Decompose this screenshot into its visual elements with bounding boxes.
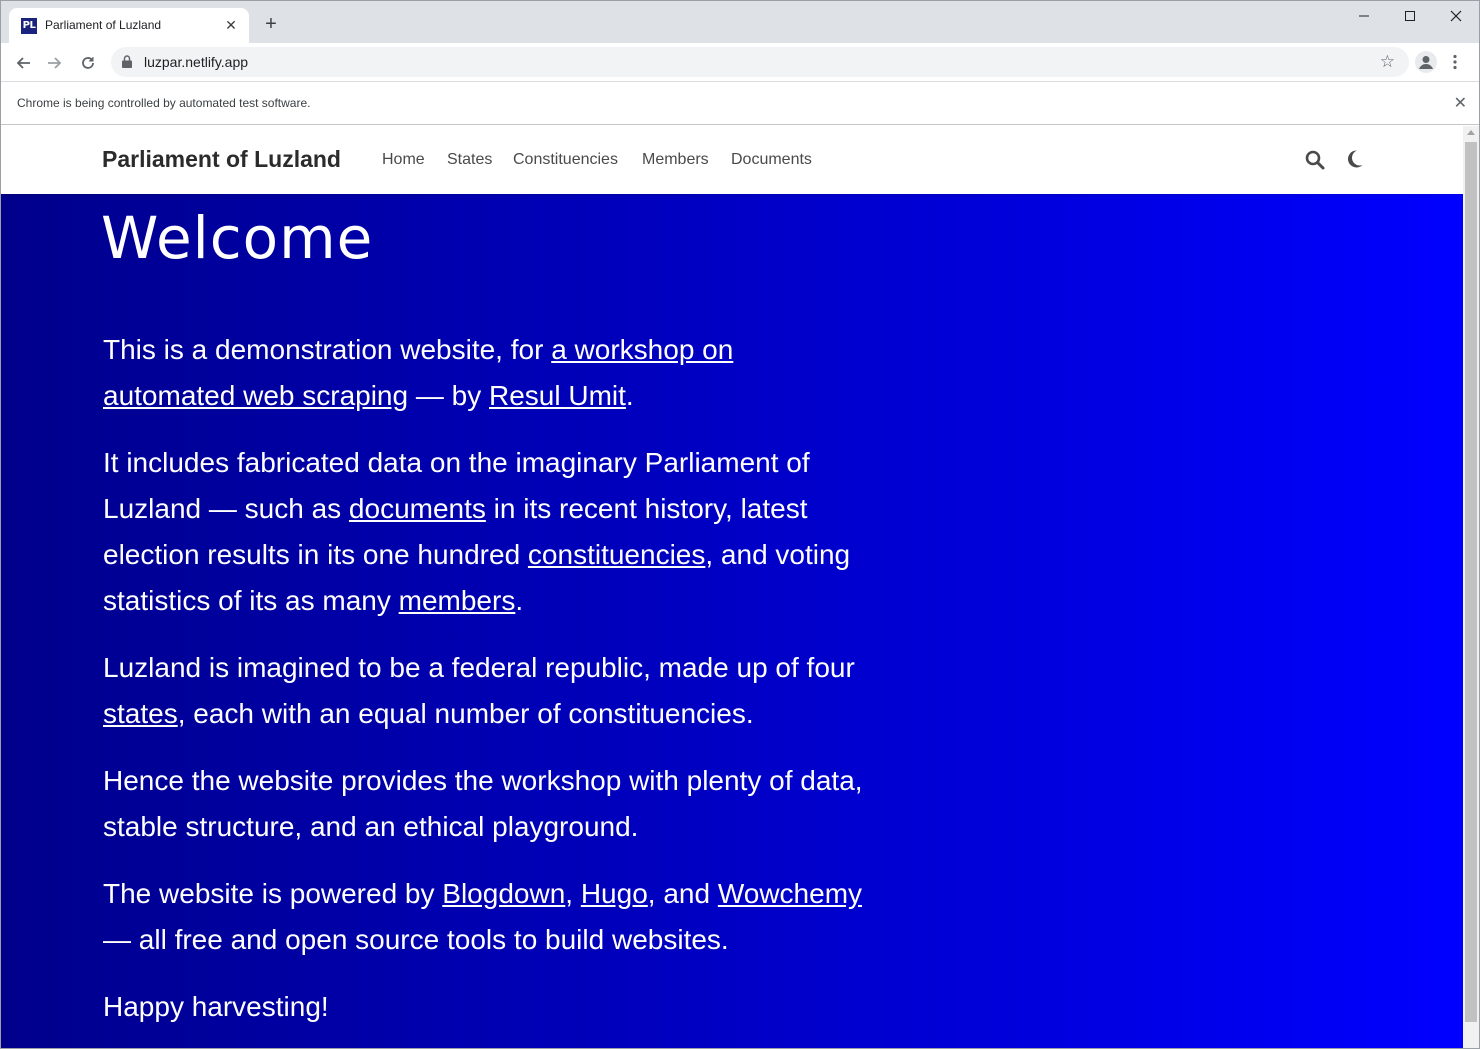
text: , and xyxy=(647,878,718,909)
nav-home[interactable]: Home xyxy=(382,151,425,169)
page-title: Welcome xyxy=(101,204,374,272)
closing-paragraph: Happy harvesting! xyxy=(103,984,873,1030)
text: This is a demonstration website, for xyxy=(103,334,552,365)
purpose-paragraph: Hence the website provides the workshop … xyxy=(103,758,873,850)
page-scrollbar[interactable] xyxy=(1463,126,1479,1048)
tools-paragraph: The website is powered by Blogdown, Hugo… xyxy=(103,871,873,963)
nav-states[interactable]: States xyxy=(447,151,492,169)
search-icon[interactable] xyxy=(1304,149,1326,171)
scroll-thumb[interactable] xyxy=(1465,142,1477,1022)
states-link[interactable]: states xyxy=(103,698,178,729)
text: . xyxy=(625,380,634,411)
site-favicon-icon: PL xyxy=(21,18,37,34)
text: , each with an equal number of constitue… xyxy=(177,698,754,729)
forward-icon[interactable] xyxy=(43,50,67,74)
scroll-up-arrow-icon[interactable] xyxy=(1467,130,1475,135)
infobar-text: Chrome is being controlled by automated … xyxy=(17,96,311,110)
page-viewport: Parliament of Luzland Home States Consti… xyxy=(1,126,1463,1048)
hero-section: Welcome This is a demonstration website,… xyxy=(1,194,1463,1048)
text: . xyxy=(515,585,524,616)
text: Hence the website provides the workshop … xyxy=(103,765,863,842)
nav-documents[interactable]: Documents xyxy=(731,151,812,169)
minimize-icon[interactable] xyxy=(1341,1,1387,31)
browser-tab[interactable]: PL Parliament of Luzland ✕ xyxy=(9,8,249,43)
menu-icon[interactable] xyxy=(1447,50,1463,74)
author-link[interactable]: Resul Umit xyxy=(489,380,626,411)
tab-strip: PL Parliament of Luzland ✕ + xyxy=(1,1,1479,43)
star-icon[interactable]: ☆ xyxy=(1380,51,1395,73)
tab-title: Parliament of Luzland xyxy=(45,18,162,32)
reload-icon[interactable] xyxy=(76,50,100,74)
tab-close-icon[interactable]: ✕ xyxy=(221,15,241,35)
states-paragraph: Luzland is imagined to be a federal repu… xyxy=(103,645,873,737)
data-paragraph: It includes fabricated data on the imagi… xyxy=(103,440,873,624)
back-icon[interactable] xyxy=(11,50,35,74)
blogdown-link[interactable]: Blogdown xyxy=(442,878,565,909)
text: The website is powered by xyxy=(103,878,443,909)
profile-icon[interactable] xyxy=(1415,51,1437,73)
new-tab-button[interactable]: + xyxy=(259,12,283,36)
nav-members[interactable]: Members xyxy=(642,151,709,169)
address-bar[interactable]: luzpar.netlify.app ☆ xyxy=(111,47,1409,77)
site-brand[interactable]: Parliament of Luzland xyxy=(102,146,341,173)
close-icon[interactable] xyxy=(1433,1,1479,31)
site-navbar: Parliament of Luzland Home States Consti… xyxy=(1,126,1463,194)
text: — by xyxy=(408,380,489,411)
infobar-close-icon[interactable]: ✕ xyxy=(1454,93,1467,113)
documents-link[interactable]: documents xyxy=(349,493,486,524)
hugo-link[interactable]: Hugo xyxy=(581,878,648,909)
moon-icon[interactable] xyxy=(1344,149,1364,169)
maximize-icon[interactable] xyxy=(1387,1,1433,31)
lock-icon xyxy=(122,55,132,68)
text: , xyxy=(565,878,581,909)
constituencies-link[interactable]: constituencies xyxy=(528,539,705,570)
text: Happy harvesting! xyxy=(103,991,329,1022)
browser-toolbar: luzpar.netlify.app ☆ xyxy=(1,43,1479,81)
url-text[interactable]: luzpar.netlify.app xyxy=(144,54,248,70)
intro-paragraph: This is a demonstration website, for a w… xyxy=(103,327,873,419)
nav-constituencies[interactable]: Constituencies xyxy=(513,151,618,169)
text: Luzland is imagined to be a federal repu… xyxy=(103,652,855,683)
automation-infobar: Chrome is being controlled by automated … xyxy=(1,81,1479,125)
text: — all free and open source tools to buil… xyxy=(103,924,729,955)
browser-window: PL Parliament of Luzland ✕ + luzpar.netl… xyxy=(0,0,1480,1049)
welcome-content: This is a demonstration website, for a w… xyxy=(103,327,873,1048)
wowchemy-link[interactable]: Wowchemy xyxy=(718,878,862,909)
members-link[interactable]: members xyxy=(399,585,516,616)
